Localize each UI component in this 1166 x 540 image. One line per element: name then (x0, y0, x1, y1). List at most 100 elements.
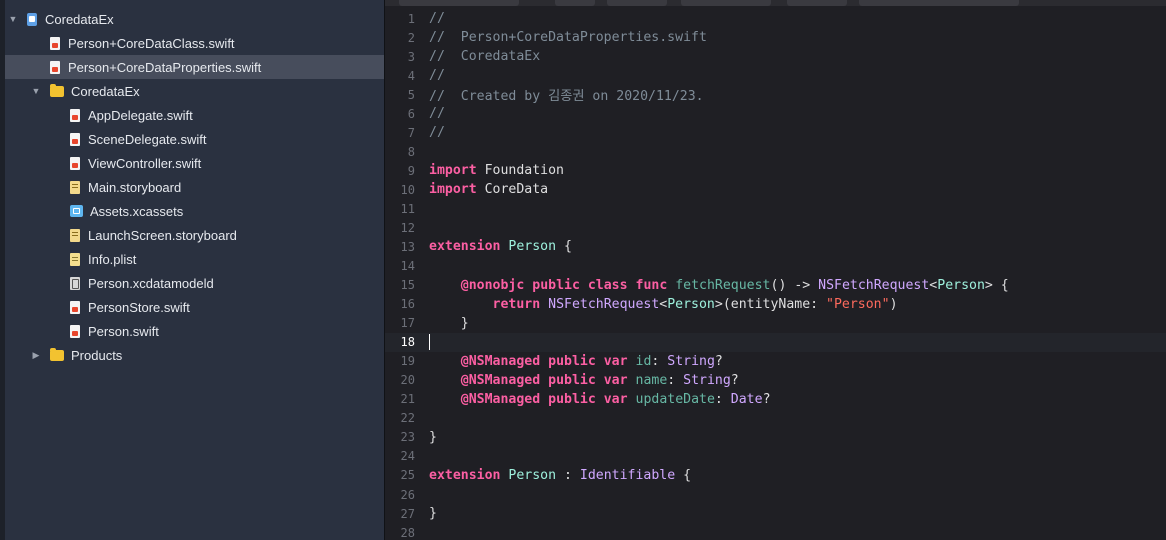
navigator-item[interactable]: Person.swift (5, 319, 384, 343)
tab-segment[interactable] (399, 0, 519, 6)
code-line[interactable]: 4 // (385, 66, 1166, 85)
code-line[interactable]: 15 @nonobjc public class func fetchReque… (385, 276, 1166, 295)
code-token: ? (714, 353, 723, 369)
code-token: var (603, 391, 628, 407)
navigator-item[interactable]: PersonStore.swift (5, 295, 384, 319)
line-number: 7 (407, 125, 415, 140)
line-number: 21 (400, 392, 415, 407)
code-line[interactable]: 16 return NSFetchRequest<Person>(entityN… (385, 295, 1166, 314)
code-line[interactable]: 14 (385, 257, 1166, 276)
code-token: @NSManaged (460, 372, 541, 388)
swift-file-icon (50, 60, 60, 74)
code-token: var (603, 353, 628, 369)
code-token: class (587, 277, 628, 293)
code-line[interactable]: 26 (385, 485, 1166, 504)
code-line[interactable]: 25 extension Person : Identifiable { (385, 466, 1166, 485)
line-number: 10 (400, 182, 415, 197)
code-token: ? (730, 372, 739, 388)
code-token: Identifiable (579, 467, 676, 483)
navigator-item-label: Person.swift (88, 323, 159, 339)
code-line[interactable]: 1 // (385, 9, 1166, 28)
navigator-item[interactable]: Info.plist (5, 247, 384, 271)
navigator-item[interactable]: Assets.xcassets (5, 199, 384, 223)
code-line[interactable]: 27} (385, 504, 1166, 523)
tab-segment[interactable] (787, 0, 847, 6)
code-line[interactable]: 17 } (385, 314, 1166, 333)
storyboard-icon (70, 180, 80, 194)
disclosure-expanded-icon[interactable]: ▼ (30, 79, 42, 103)
navigator-item[interactable]: Person+CoreDataClass.swift (5, 31, 384, 55)
code-token: // Person+CoreDataProperties.swift (429, 30, 707, 46)
code-line[interactable]: 9 import Foundation (385, 161, 1166, 180)
code-token: // (429, 11, 445, 26)
navigator-item[interactable]: Person+CoreDataProperties.swift (5, 55, 384, 79)
code-line[interactable]: 10 import CoreData (385, 180, 1166, 199)
code-text: // Person+CoreDataProperties.swift (429, 30, 707, 45)
code-text: // (429, 106, 445, 121)
code-line[interactable]: 3 // CoredataEx (385, 47, 1166, 66)
code-line[interactable]: 20 @NSManaged public var name: String? (385, 371, 1166, 390)
navigator-item[interactable]: ViewController.swift (5, 151, 384, 175)
disclosure-collapsed-icon[interactable]: ▶ (30, 343, 42, 367)
navigator-item[interactable]: ▶ Products (5, 343, 384, 367)
code-token: extension (429, 239, 501, 255)
code-token: CoreData (476, 182, 549, 198)
code-line[interactable]: 5 // Created by 김종권 on 2020/11/23. (385, 85, 1166, 105)
code-line[interactable]: 6 // (385, 104, 1166, 123)
source-editor[interactable]: 1 // 2 // Person+CoreDataProperties.swift 3 /… (385, 0, 1166, 540)
tab-segment[interactable] (607, 0, 667, 6)
code-text: import Foundation (429, 163, 564, 178)
code-line[interactable]: 28 (385, 523, 1166, 540)
code-token: String (683, 372, 731, 388)
code-line[interactable]: 8 (385, 142, 1166, 161)
code-line[interactable]: 7 // (385, 123, 1166, 142)
code-token: Person (937, 277, 985, 293)
code-line[interactable]: 23} (385, 428, 1166, 447)
code-text: // CoredataEx (429, 49, 540, 64)
navigator-item[interactable]: LaunchScreen.storyboard (5, 223, 384, 247)
line-number: 28 (400, 525, 415, 540)
navigator-item[interactable]: Person.xcdatamodeld (5, 271, 384, 295)
line-number: 27 (400, 506, 415, 521)
navigator-item[interactable]: SceneDelegate.swift (5, 127, 384, 151)
line-number: 11 (400, 201, 415, 216)
code-line[interactable]: 19 @NSManaged public var id: String? (385, 352, 1166, 371)
navigator-item-label: Person+CoreDataClass.swift (68, 35, 235, 51)
editor-tab-strip (385, 0, 1166, 6)
code-token: @NSManaged (460, 353, 541, 369)
code-token: var (603, 372, 628, 388)
code-token: () -> (770, 277, 819, 293)
code-line[interactable]: 22 (385, 409, 1166, 428)
code-token: : (556, 467, 580, 483)
tab-segment[interactable] (681, 0, 771, 6)
code-line-current[interactable]: 18 (385, 332, 1166, 352)
code-line[interactable]: 12 (385, 218, 1166, 237)
code-line[interactable]: 24 (385, 447, 1166, 466)
navigator-item[interactable]: ▼ CoredataEx (5, 79, 384, 103)
code-text: @NSManaged public var id: String? (429, 354, 723, 369)
navigator-item-label: ViewController.swift (88, 155, 202, 171)
code-token: updateDate (635, 391, 715, 407)
navigator-item[interactable]: ▼ CoredataEx (5, 7, 384, 31)
code-text: } (429, 316, 469, 331)
code-line[interactable]: 21 @NSManaged public var updateDate: Dat… (385, 390, 1166, 409)
disclosure-expanded-icon[interactable]: ▼ (7, 7, 19, 31)
line-number: 12 (400, 220, 415, 235)
code-line[interactable]: 13 extension Person { (385, 237, 1166, 256)
tab-segment[interactable] (555, 0, 595, 6)
tab-segment[interactable] (859, 0, 1019, 6)
navigator-item[interactable]: AppDelegate.swift (5, 103, 384, 127)
code-text: } (429, 430, 437, 445)
code-line[interactable]: 2 // Person+CoreDataProperties.swift (385, 28, 1166, 47)
code-line[interactable]: 11 (385, 199, 1166, 218)
navigator-item[interactable]: Main.storyboard (5, 175, 384, 199)
